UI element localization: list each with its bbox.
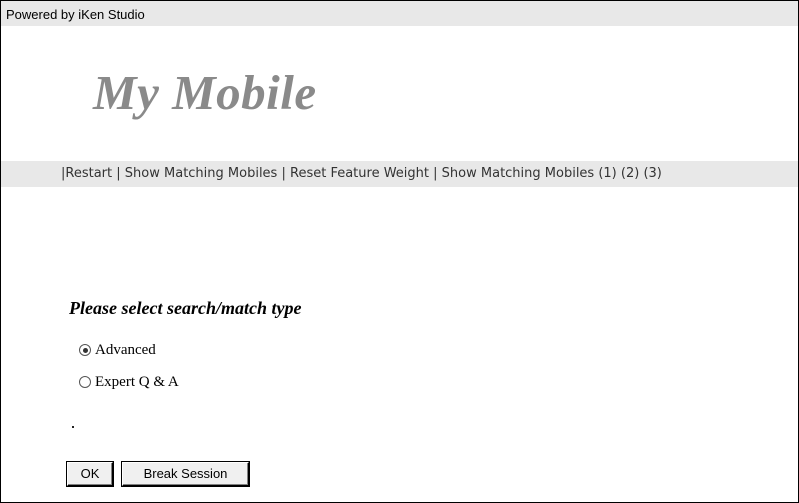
option-expert-qa[interactable]: Expert Q & A	[79, 372, 179, 392]
powered-by-bar: Powered by iKen Studio	[1, 1, 798, 26]
nav-show-matching-pages-label: Show Matching Mobiles	[441, 166, 595, 181]
nav-links: | Restart | Show Matching Mobiles | Reset…	[61, 166, 662, 182]
option-expert-qa-label: Expert Q & A	[95, 374, 179, 390]
nav-page-3-link[interactable]: (3)	[643, 166, 661, 181]
ok-button[interactable]: OK	[67, 462, 113, 486]
site-logo: My Mobile	[93, 65, 317, 120]
nav-separator: |	[281, 166, 286, 181]
nav-separator: |	[433, 166, 438, 181]
stray-dot	[72, 426, 74, 428]
nav-restart-link[interactable]: Restart	[65, 166, 112, 181]
radio-advanced[interactable]	[79, 344, 91, 356]
nav-separator: |	[116, 166, 121, 181]
nav-show-matching-link[interactable]: Show Matching Mobiles	[125, 166, 278, 181]
radio-expert-qa[interactable]	[79, 376, 91, 388]
option-advanced[interactable]: Advanced	[79, 340, 156, 360]
nav-reset-weight-link[interactable]: Reset Feature Weight	[290, 166, 429, 181]
nav-page-1-link[interactable]: (1)	[598, 166, 616, 181]
powered-by-text: Powered by iKen Studio	[6, 7, 145, 22]
form-heading: Please select search/match type	[69, 298, 302, 318]
nav-page-2-link[interactable]: (2)	[621, 166, 639, 181]
option-advanced-label: Advanced	[95, 342, 156, 358]
break-session-button[interactable]: Break Session	[122, 462, 249, 486]
